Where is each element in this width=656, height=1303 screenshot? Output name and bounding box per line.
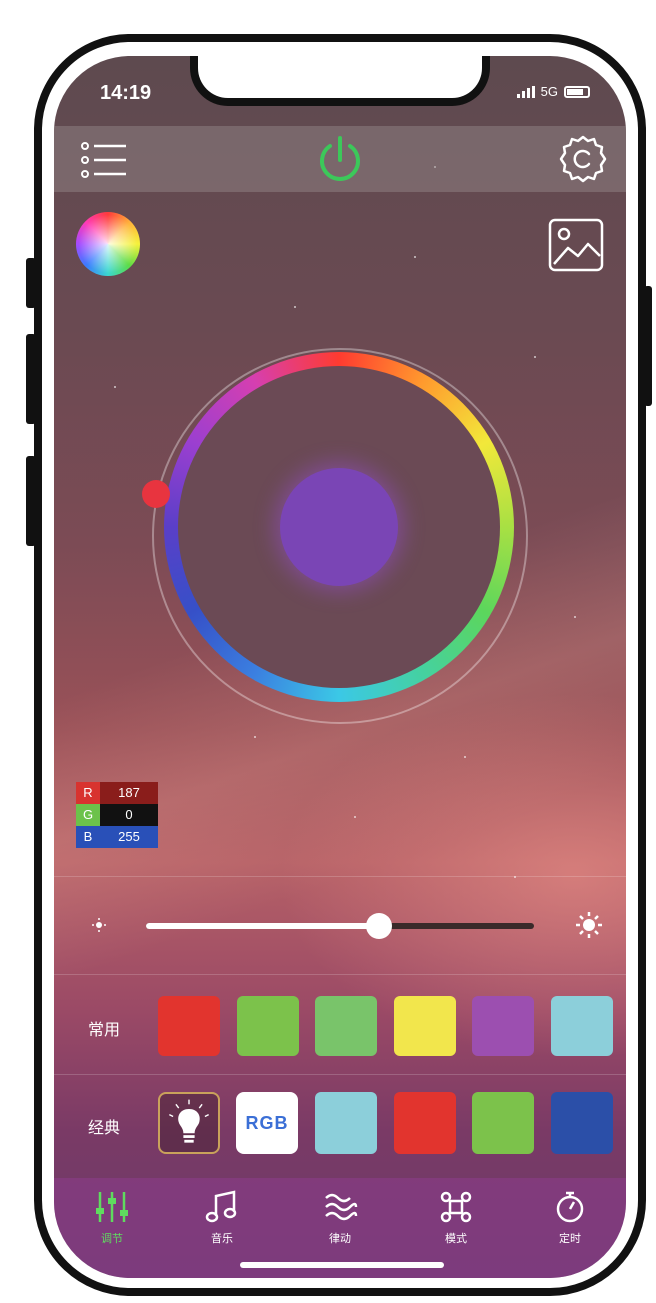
classic-color-swatch[interactable]	[393, 1092, 456, 1154]
divider	[54, 1074, 626, 1075]
divider	[54, 974, 626, 975]
rgb-value-b: 255	[100, 826, 158, 848]
common-color-swatch[interactable]	[472, 996, 534, 1056]
menu-list-icon[interactable]	[80, 138, 128, 182]
phone-notch	[190, 56, 490, 106]
light-bulb-icon	[169, 1099, 209, 1143]
nav-label-mode: 模式	[445, 1233, 467, 1245]
common-color-swatch[interactable]	[550, 996, 613, 1056]
rgb-row-red: R 187	[76, 782, 158, 804]
nav-label-rhythm: 律动	[329, 1233, 351, 1245]
nav-item-mode[interactable]: 模式	[416, 1190, 496, 1246]
rgb-label-b: B	[76, 826, 100, 848]
network-type: 5G	[540, 84, 558, 99]
timer-icon	[556, 1191, 584, 1223]
star	[294, 306, 296, 308]
nav-item-music[interactable]: 音乐	[182, 1190, 262, 1246]
brightness-low-icon	[92, 918, 106, 932]
music-icon	[205, 1190, 237, 1223]
rgb-value-r: 187	[100, 782, 158, 804]
phone-mockup: 14:19 5G R 187 G 0 B 255 常用 经典 RGB 调节 音乐…	[0, 0, 656, 1303]
star	[354, 816, 356, 818]
power-icon[interactable]	[314, 134, 366, 186]
brightness-slider-thumb[interactable]	[365, 913, 392, 939]
star	[254, 736, 256, 738]
nav-item-adjust[interactable]: 调节	[72, 1190, 152, 1246]
status-time: 14:19	[100, 82, 152, 104]
selected-color-preview	[280, 468, 398, 586]
star	[114, 386, 116, 388]
image-icon[interactable]	[548, 218, 604, 272]
rgb-label-r: R	[76, 782, 100, 804]
bulb-preset-tile[interactable]	[158, 1092, 220, 1154]
nav-label-timer: 定时	[559, 1233, 581, 1245]
rgb-row-blue: B 255	[76, 826, 158, 848]
color-wheel-handle[interactable]	[142, 480, 170, 508]
brightness-high-icon	[576, 912, 602, 938]
rgb-row-green: G 0	[76, 804, 158, 826]
top-toolbar	[54, 126, 626, 192]
waves-icon	[325, 1193, 358, 1221]
nav-label-adjust: 调节	[101, 1233, 123, 1245]
common-color-swatch[interactable]	[236, 996, 299, 1056]
color-palette-icon[interactable]	[76, 212, 140, 276]
rgb-preset-tile[interactable]: RGB	[236, 1092, 298, 1154]
divider	[54, 876, 626, 877]
bottom-navigation: 调节 音乐 律动 模式 定时	[54, 1178, 626, 1278]
sliders-icon	[96, 1192, 128, 1222]
common-color-swatch[interactable]	[393, 996, 456, 1056]
brightness-slider[interactable]	[146, 913, 534, 939]
brightness-slider-fill	[146, 923, 379, 929]
star	[534, 356, 536, 358]
classic-color-swatch[interactable]	[550, 1092, 613, 1154]
rgb-value-g: 0	[100, 804, 158, 826]
classic-color-swatch[interactable]	[315, 1092, 377, 1154]
classic-color-swatch[interactable]	[472, 1092, 534, 1154]
app-screen: 14:19 5G R 187 G 0 B 255 常用 经典 RGB 调节 音乐…	[54, 56, 626, 1278]
nav-label-music: 音乐	[211, 1233, 233, 1245]
nav-item-timer[interactable]: 定时	[530, 1190, 610, 1246]
common-color-swatch[interactable]	[315, 996, 377, 1056]
home-indicator	[240, 1262, 444, 1268]
battery-icon	[564, 85, 590, 98]
gear-icon[interactable]	[558, 134, 608, 184]
nav-item-rhythm[interactable]: 律动	[300, 1190, 380, 1246]
star	[414, 256, 416, 258]
rgb-label-g: G	[76, 804, 100, 826]
common-color-swatch[interactable]	[158, 996, 220, 1056]
rgb-readout: R 187 G 0 B 255	[76, 782, 158, 848]
star	[464, 756, 466, 758]
common-colors-label: 常用	[88, 1022, 121, 1039]
signal-icon	[516, 85, 535, 98]
star	[574, 616, 576, 618]
classic-colors-label: 经典	[88, 1120, 121, 1137]
status-indicators: 5G	[516, 84, 590, 99]
command-icon	[440, 1191, 472, 1223]
